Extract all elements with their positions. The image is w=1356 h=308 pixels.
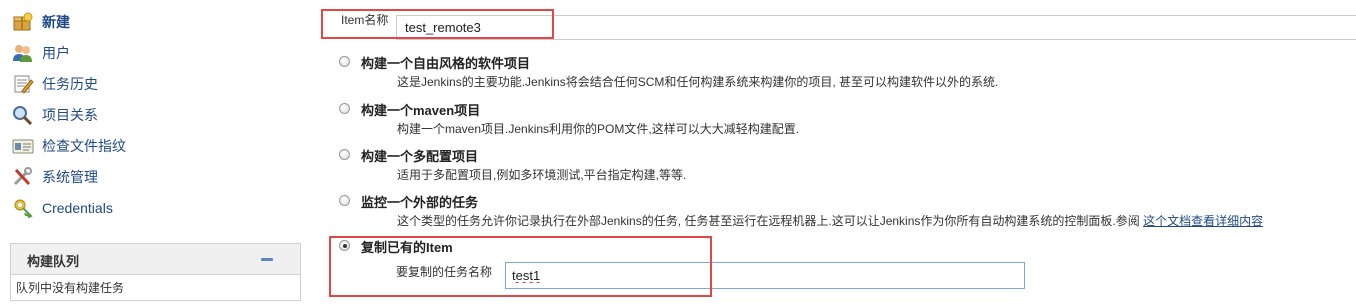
new-item-icon <box>12 12 34 32</box>
option-title[interactable]: 构建一个自由风格的软件项目 <box>361 53 530 72</box>
collapse-icon[interactable] <box>261 258 273 261</box>
radio-external[interactable] <box>339 195 350 206</box>
sidebar-item-label: Credentials <box>42 200 113 216</box>
history-icon <box>12 74 34 94</box>
radio-maven[interactable] <box>339 103 350 114</box>
highlight-box-name <box>321 9 554 39</box>
option-description: 构建一个maven项目.Jenkins利用你的POM文件,这样可以大大减轻构建配… <box>397 122 800 136</box>
option-title[interactable]: 监控一个外部的任务 <box>361 192 478 211</box>
sidebar-item-label: 检查文件指纹 <box>42 138 126 154</box>
sidebar-item-users[interactable]: 用户 <box>12 42 70 64</box>
option-description: 这个类型的任务允许你记录执行在外部Jenkins的任务, 任务甚至运行在远程机器… <box>397 212 1263 229</box>
highlight-box-copy <box>329 236 712 297</box>
build-queue-title: 构建队列 <box>27 254 80 269</box>
sidebar-item-relations[interactable]: 项目关系 <box>12 104 98 126</box>
build-queue-empty-text: 队列中没有构建任务 <box>16 281 125 295</box>
radio-freestyle[interactable] <box>339 56 350 67</box>
docs-link[interactable]: 这个文档查看详细内容 <box>1143 214 1263 228</box>
option-title[interactable]: 构建一个多配置项目 <box>361 146 478 165</box>
search-icon <box>12 105 34 126</box>
sidebar-item-new[interactable]: 新建 <box>12 11 70 33</box>
sidebar-item-label: 新建 <box>42 14 70 30</box>
sidebar-item-credentials[interactable]: Credentials <box>12 197 113 219</box>
build-queue-panel: 构建队列 队列中没有构建任务 <box>10 243 301 301</box>
sidebar: 新建 用户 任务历史 项目关系 检查文件指纹 系统管理 Credentials … <box>0 0 310 308</box>
option-description-text: 这个类型的任务允许你记录执行在外部Jenkins的任务, 任务甚至运行在远程机器… <box>397 214 1140 228</box>
sidebar-item-label: 用户 <box>42 45 70 61</box>
option-description: 这是Jenkins的主要功能.Jenkins将会结合任何SCM和任何构建系统来构… <box>397 75 999 89</box>
tools-icon <box>12 167 34 187</box>
credentials-icon <box>12 198 34 219</box>
sidebar-item-label: 系统管理 <box>42 169 98 185</box>
sidebar-item-manage[interactable]: 系统管理 <box>12 166 98 188</box>
fingerprint-icon <box>12 136 34 156</box>
option-description: 适用于多配置项目,例如多环境测试,平台指定构建,等等. <box>397 168 687 182</box>
sidebar-item-label: 任务历史 <box>42 76 98 92</box>
users-icon <box>12 43 34 63</box>
sidebar-item-history[interactable]: 任务历史 <box>12 73 98 95</box>
radio-matrix[interactable] <box>339 149 350 160</box>
sidebar-item-fingerprint[interactable]: 检查文件指纹 <box>12 135 126 157</box>
option-title[interactable]: 构建一个maven项目 <box>361 100 480 119</box>
sidebar-item-label: 项目关系 <box>42 107 98 123</box>
build-queue-header: 构建队列 <box>11 244 300 275</box>
